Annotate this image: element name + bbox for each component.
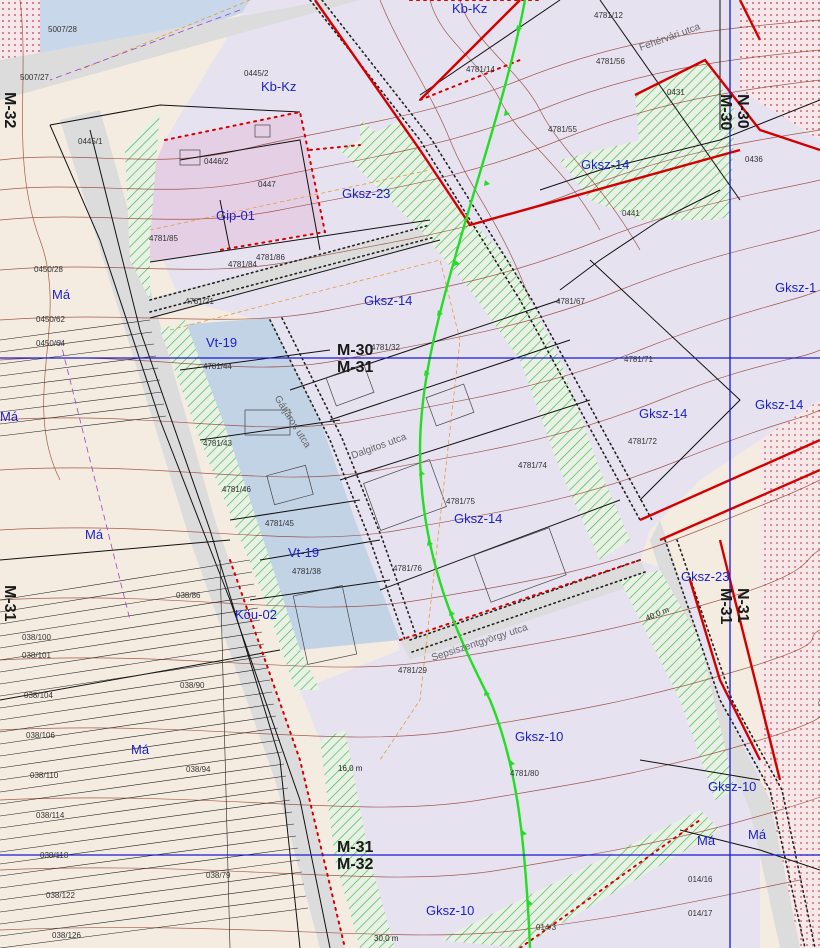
sheet-label: M-31 M-32 <box>337 839 374 873</box>
parcel-number: 038/100 <box>22 633 51 642</box>
parcel-number: 038/122 <box>46 891 75 900</box>
zone-label-gksz-14: Gksz-14 <box>581 157 630 172</box>
zone-label-gip-01: Gip-01 <box>216 208 256 223</box>
zone-label-kb-kz: Kb-Kz <box>452 1 488 16</box>
zone-label-vt-19: Vt-19 <box>206 335 238 350</box>
parcel-number: 038/101 <box>22 651 51 660</box>
zone-label-gksz-23: Gksz-23 <box>681 569 730 584</box>
parcel-number: 0446/2 <box>204 157 229 166</box>
zone-label-gksz-10: Gksz-10 <box>426 903 475 918</box>
parcel-number: 4781/71 <box>624 355 653 364</box>
parcel-number: 4781/86 <box>256 253 285 262</box>
parcel-number: 014/17 <box>688 909 713 918</box>
parcel-number: 4781/32 <box>371 343 400 352</box>
parcel-number: 0441 <box>622 209 640 218</box>
zone-label-gksz-23: Gksz-23 <box>342 186 391 201</box>
parcel-number: 4781/80 <box>510 769 539 778</box>
parcel-number: 4781/21 <box>185 297 214 306</box>
zone-label-ma: Má <box>131 742 150 757</box>
parcel-number: 0447 <box>258 180 276 189</box>
parcel-number: 038/79 <box>206 871 231 880</box>
zone-label-ma: Má <box>85 527 104 542</box>
parcel-number: 014/16 <box>688 875 713 884</box>
sheet-label: M-30 M-31 <box>337 342 374 376</box>
parcel-number: 4781/56 <box>596 57 625 66</box>
parcel-number: 4781/85 <box>149 234 178 243</box>
distance-label: 30,0 m <box>374 934 399 943</box>
parcel-number: 0450/64 <box>36 339 65 348</box>
parcel-number: 038/104 <box>24 691 53 700</box>
zone-label-gksz-10: Gksz-10 <box>708 779 757 794</box>
parcel-number: 4781/67 <box>556 297 585 306</box>
parcel-number: 0431 <box>667 88 685 97</box>
parcel-number: 4781/14 <box>466 65 495 74</box>
parcel-number: 0450/28 <box>34 265 63 274</box>
zone-label-ma: Má <box>0 409 19 424</box>
parcel-number: 038/86 <box>176 591 201 600</box>
parcel-number: 4781/29 <box>398 666 427 675</box>
parcel-number: 4781/75 <box>446 497 475 506</box>
parcel-number: 014/3 <box>536 923 557 932</box>
parcel-number: 4781/74 <box>518 461 547 470</box>
zone-label-kb-kz: Kb-Kz <box>261 79 297 94</box>
parcel-number: 038/110 <box>30 771 59 780</box>
zone-label-gksz-14: Gksz-14 <box>454 511 503 526</box>
parcel-number: 038/90 <box>180 681 205 690</box>
sheet-label: N-30 M-30 <box>717 94 751 131</box>
zone-label-vt-19: Vt-19 <box>288 545 320 560</box>
parcel-number: 4781/84 <box>228 260 257 269</box>
parcel-number: 4781/55 <box>548 125 577 134</box>
zone-label-gksz-14: Gksz-14 <box>755 397 804 412</box>
sheet-label: M-31 <box>1 585 18 622</box>
zone-label-ma: Má <box>52 287 71 302</box>
sheet-label: N-31 M-31 <box>717 588 751 625</box>
parcel-number: 4781/38 <box>292 567 321 576</box>
parcel-number: 0445/1 <box>78 137 103 146</box>
parcel-number: 0436 <box>745 155 763 164</box>
parcel-number: 0450/62 <box>36 315 65 324</box>
distance-label: 16,0 m <box>338 764 363 773</box>
parcel-number: 038/94 <box>186 765 211 774</box>
zone-label-gksz-1: Gksz-1 <box>775 280 817 295</box>
parcel-number: 5007/27 <box>20 73 49 82</box>
parcel-number: 4781/43 <box>203 439 232 448</box>
parcel-number: 4781/44 <box>203 362 232 371</box>
zone-label-ma: Má <box>748 827 767 842</box>
zone-label-ma: Má <box>697 833 716 848</box>
parcel-number: 5007/28 <box>48 25 77 34</box>
parcel-number: 4781/46 <box>222 485 251 494</box>
zone-label-kou-02: Köu-02 <box>235 607 277 622</box>
sheet-label: M-32 <box>1 92 18 129</box>
parcel-number: 038/106 <box>26 731 55 740</box>
zone-label-gksz-14: Gksz-14 <box>639 406 688 421</box>
parcel-number: 038/118 <box>40 851 69 860</box>
parcel-number: 038/126 <box>52 931 81 940</box>
parcel-number: 4781/45 <box>265 519 294 528</box>
zone-label-gksz-14: Gksz-14 <box>364 293 413 308</box>
map-canvas <box>0 0 820 948</box>
parcel-number: 4781/76 <box>393 564 422 573</box>
parcel-number: 4781/72 <box>628 437 657 446</box>
parcel-number: 038/114 <box>36 811 65 820</box>
zone-label-gksz-10: Gksz-10 <box>515 729 564 744</box>
parcel-number: 4781/12 <box>594 11 623 20</box>
parcel-number: 0445/2 <box>244 69 269 78</box>
zoning-map[interactable]: Kb-Kz Kb-Kz Gip-01 Gksz-23 Gksz-14 Gksz-… <box>0 0 820 948</box>
